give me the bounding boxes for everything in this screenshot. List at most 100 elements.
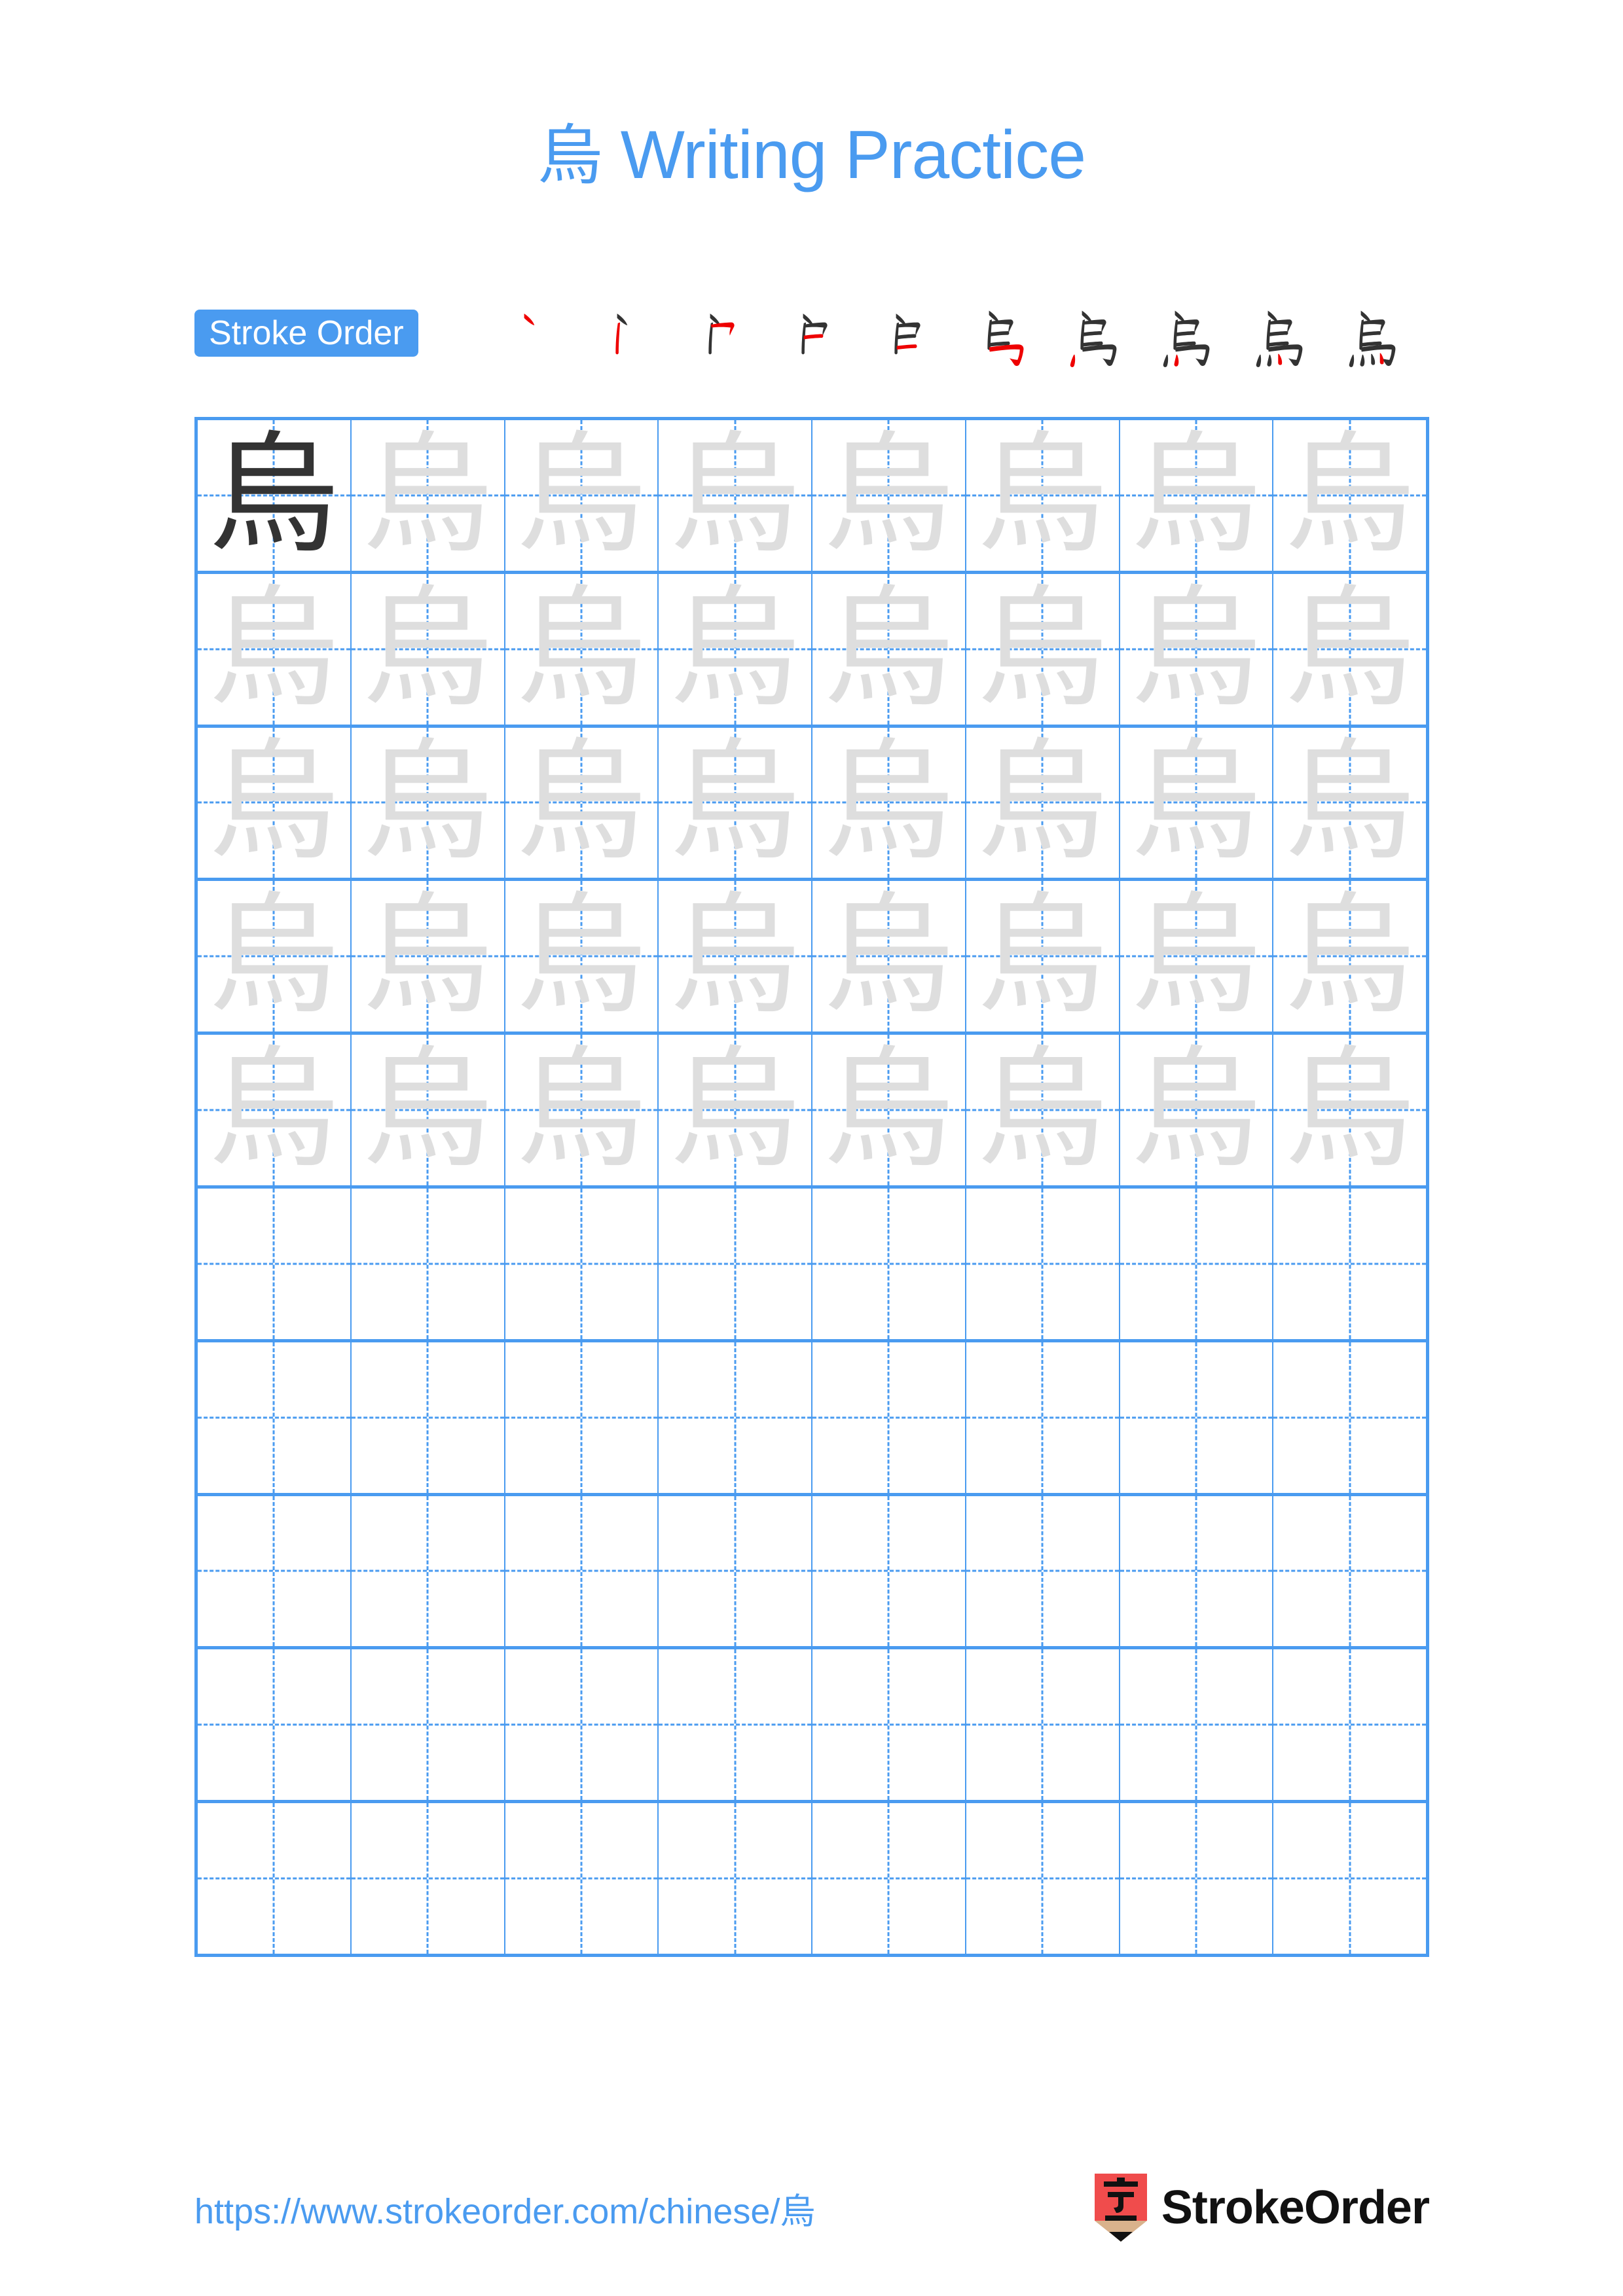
stroke-step-10 xyxy=(1329,298,1422,376)
practice-cell[interactable]: 烏 xyxy=(505,573,659,725)
practice-cell[interactable] xyxy=(198,1649,352,1801)
practice-cell[interactable]: 烏 xyxy=(812,420,966,571)
practice-cell[interactable] xyxy=(505,1496,659,1647)
practice-cell[interactable]: 烏 xyxy=(352,727,505,878)
practice-cell[interactable]: 烏 xyxy=(659,420,812,571)
practice-cell[interactable] xyxy=(1120,1803,1274,1954)
practice-cell[interactable]: 烏 xyxy=(1120,727,1274,878)
practice-cell[interactable] xyxy=(352,1649,505,1801)
practice-cell[interactable] xyxy=(1273,1189,1426,1339)
practice-cell[interactable] xyxy=(659,1342,812,1493)
practice-cell[interactable] xyxy=(966,1496,1120,1647)
trace-character: 烏 xyxy=(515,727,647,878)
stroke-step-4 xyxy=(771,298,864,376)
practice-cell[interactable]: 烏 xyxy=(1120,420,1274,571)
practice-cell[interactable]: 烏 xyxy=(505,420,659,571)
practice-cell[interactable] xyxy=(1120,1496,1274,1647)
stroke-step-9 xyxy=(1236,298,1329,376)
practice-cell[interactable]: 烏 xyxy=(1120,881,1274,1032)
practice-cell[interactable] xyxy=(198,1342,352,1493)
practice-cell[interactable] xyxy=(198,1188,352,1339)
practice-cell[interactable]: 烏 xyxy=(966,420,1120,571)
practice-cell[interactable] xyxy=(505,1803,659,1954)
practice-cell[interactable] xyxy=(1120,1342,1274,1493)
practice-cell[interactable] xyxy=(505,1342,659,1493)
stroke-step-6 xyxy=(957,298,1050,376)
practice-cell[interactable]: 烏 xyxy=(198,727,352,878)
practice-cell[interactable] xyxy=(812,1649,966,1801)
practice-cell[interactable] xyxy=(352,1188,505,1339)
practice-cell[interactable]: 烏 xyxy=(1273,574,1426,725)
trace-character: 烏 xyxy=(669,1035,801,1185)
practice-cell[interactable]: 烏 xyxy=(812,1035,966,1185)
practice-cell[interactable] xyxy=(1273,1649,1426,1800)
practice-cell[interactable]: 烏 xyxy=(812,881,966,1032)
practice-cell[interactable] xyxy=(1273,1342,1426,1493)
practice-cell[interactable]: 烏 xyxy=(966,1035,1120,1185)
footer-url[interactable]: https://www.strokeorder.com/chinese/烏 xyxy=(194,2182,815,2234)
practice-cell[interactable] xyxy=(659,1803,812,1954)
practice-cell[interactable] xyxy=(659,1496,812,1647)
practice-cell[interactable]: 烏 xyxy=(659,727,812,878)
practice-cell[interactable]: 烏 xyxy=(198,881,352,1032)
trace-character: 烏 xyxy=(669,420,801,571)
practice-grid-row xyxy=(198,1342,1426,1496)
practice-cell[interactable]: 烏 xyxy=(352,1035,505,1185)
practice-cell[interactable]: 烏 xyxy=(812,573,966,725)
practice-cell[interactable] xyxy=(659,1188,812,1339)
practice-grid-row xyxy=(198,1649,1426,1804)
practice-grid-row xyxy=(198,1803,1426,1954)
trace-character: 烏 xyxy=(515,573,647,725)
practice-cell[interactable]: 烏 xyxy=(812,727,966,878)
practice-cell[interactable] xyxy=(352,1803,505,1954)
practice-grid-row: 烏烏烏烏烏烏烏烏 xyxy=(198,420,1426,574)
practice-cell[interactable] xyxy=(812,1496,966,1647)
practice-cell[interactable]: 烏 xyxy=(659,573,812,725)
practice-cell[interactable]: 烏 xyxy=(352,420,505,571)
practice-cell[interactable]: 烏 xyxy=(1120,1035,1274,1185)
practice-grid: 烏烏烏烏烏烏烏烏烏烏烏烏烏烏烏烏烏烏烏烏烏烏烏烏烏烏烏烏烏烏烏烏烏烏烏烏烏烏烏烏 xyxy=(194,417,1429,1957)
practice-grid-row xyxy=(198,1188,1426,1342)
practice-cell[interactable] xyxy=(198,1496,352,1647)
practice-cell[interactable] xyxy=(352,1342,505,1493)
practice-cell[interactable] xyxy=(659,1649,812,1801)
practice-cell[interactable] xyxy=(505,1188,659,1339)
trace-character: 烏 xyxy=(515,881,647,1032)
practice-cell[interactable]: 烏 xyxy=(198,1035,352,1185)
practice-cell[interactable] xyxy=(1120,1188,1274,1339)
practice-cell[interactable]: 烏 xyxy=(505,727,659,878)
practice-cell[interactable]: 烏 xyxy=(352,881,505,1032)
practice-cell[interactable]: 烏 xyxy=(966,881,1120,1032)
practice-cell[interactable]: 烏 xyxy=(1273,728,1426,878)
practice-grid-row xyxy=(198,1496,1426,1650)
practice-cell[interactable] xyxy=(198,1803,352,1954)
practice-cell[interactable] xyxy=(352,1496,505,1647)
practice-cell[interactable] xyxy=(966,1649,1120,1801)
practice-cell[interactable]: 烏 xyxy=(1273,1035,1426,1185)
practice-cell[interactable]: 烏 xyxy=(659,881,812,1032)
practice-cell[interactable]: 烏 xyxy=(966,727,1120,878)
practice-cell[interactable] xyxy=(812,1188,966,1339)
practice-cell[interactable]: 烏 xyxy=(1120,573,1274,725)
practice-cell[interactable]: 烏 xyxy=(1273,881,1426,1031)
practice-cell[interactable]: 烏 xyxy=(198,573,352,725)
practice-cell[interactable] xyxy=(966,1803,1120,1954)
practice-cell[interactable] xyxy=(1273,1496,1426,1647)
pencil-logo-icon xyxy=(1094,2174,1147,2242)
practice-cell[interactable]: 烏 xyxy=(1273,420,1426,571)
practice-cell[interactable] xyxy=(1273,1803,1426,1954)
practice-cell[interactable]: 烏 xyxy=(352,573,505,725)
practice-cell[interactable] xyxy=(812,1803,966,1954)
practice-cell[interactable] xyxy=(966,1188,1120,1339)
trace-character: 烏 xyxy=(208,573,340,725)
stroke-step-7 xyxy=(1050,298,1143,376)
practice-cell[interactable] xyxy=(966,1342,1120,1493)
practice-cell[interactable]: 烏 xyxy=(505,1035,659,1185)
practice-cell[interactable] xyxy=(1120,1649,1274,1801)
practice-cell[interactable]: 烏 xyxy=(505,881,659,1032)
practice-cell[interactable]: 烏 xyxy=(966,573,1120,725)
practice-cell[interactable]: 烏 xyxy=(659,1035,812,1185)
practice-cell[interactable]: 烏 xyxy=(198,420,352,571)
practice-cell[interactable] xyxy=(812,1342,966,1493)
practice-cell[interactable] xyxy=(505,1649,659,1801)
